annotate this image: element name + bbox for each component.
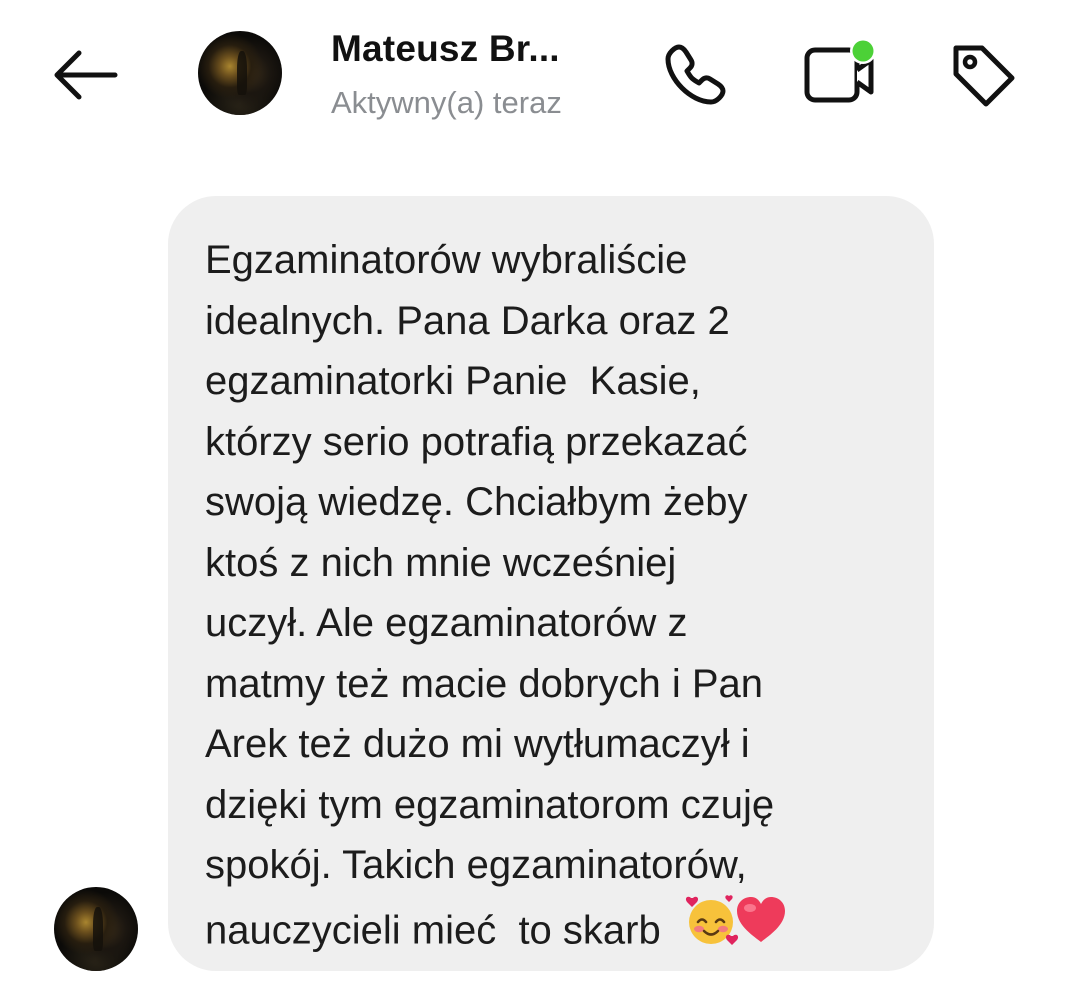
tag-button[interactable] [942,34,1024,116]
message-line: spokój. Takich egzaminatorów, [205,843,747,887]
video-camera-icon [804,38,876,103]
tag-icon [953,45,1015,107]
message-line: uczył. Ale egzaminatorów z [205,601,688,645]
message-line: nauczycieli mieć to skarb [205,907,683,952]
sender-avatar[interactable] [54,887,138,971]
contact-avatar-photo [198,31,282,115]
message-line: idealnych. Pana Darka oraz 2 [205,298,730,343]
sender-avatar-photo [54,887,138,971]
message-line: matmy też macie dobrych i Pan [205,661,763,706]
call-button[interactable] [654,34,736,116]
contact-status: Aktywny(a) teraz [331,85,562,120]
message-text: Egzaminatorów wybraliście idealnych. Pan… [205,230,914,969]
video-call-button[interactable] [796,30,886,116]
message-line: którzy serio potrafią przekazać [205,419,748,464]
red-heart-icon [733,892,789,966]
message-line: Arek też dużo mi wytłumaczył i [205,722,750,766]
message-line: dzięki tym egzaminatorom czuję [205,782,775,827]
message-line: swoją wiedzę. Chciałbym żeby [205,480,748,524]
contact-name[interactable]: Mateusz Br... [331,28,560,70]
message-line: Egzaminatorów wybraliście [205,238,688,282]
message-line: ktoś z nich mnie wcześniej [205,540,677,585]
arrow-left-icon [54,50,118,100]
chat-screen: Mateusz Br... Aktywny(a) teraz Egzaminat… [0,0,1080,989]
smiling-face-with-hearts-icon [683,892,739,966]
chat-header: Mateusz Br... Aktywny(a) teraz [0,0,1080,150]
phone-icon [665,44,726,105]
message-line: egzaminatorki Panie Kasie, [205,359,701,403]
back-button[interactable] [46,42,122,108]
contact-avatar[interactable] [198,31,282,115]
message-bubble[interactable]: Egzaminatorów wybraliście idealnych. Pan… [168,196,934,971]
